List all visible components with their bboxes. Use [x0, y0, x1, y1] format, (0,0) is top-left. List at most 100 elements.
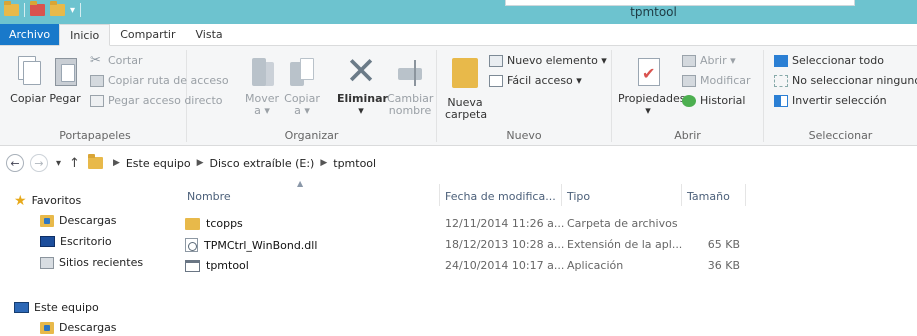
- table-row[interactable]: tcopps 12/11/2014 11:26 a... Carpeta de …: [175, 214, 917, 233]
- chevron-right-icon: ▶: [320, 158, 328, 168]
- star-icon: ★: [14, 192, 27, 209]
- properties-dropdown: ▾: [645, 104, 651, 117]
- nav-este-equipo[interactable]: Este equipo: [14, 301, 99, 314]
- folder-icon: [185, 217, 200, 230]
- file-date: 24/10/2014 10:17 a...: [445, 259, 565, 272]
- rename-label-2: nombre: [388, 104, 432, 117]
- nav-escritorio[interactable]: Escritorio: [40, 235, 112, 248]
- tab-inicio[interactable]: Inicio: [59, 24, 111, 46]
- properties-button[interactable]: ✔ Propiedades ▾: [618, 54, 685, 117]
- nav-descargas-equipo[interactable]: Descargas: [40, 321, 117, 334]
- group-label: Seleccionar: [808, 129, 873, 142]
- file-name-cell: tcopps: [185, 217, 243, 230]
- select-all-button[interactable]: Seleccionar todo: [774, 54, 884, 67]
- title-bar: ▾ tpmtool: [0, 0, 917, 24]
- copy-to-button[interactable]: Copiar a ▾: [283, 54, 321, 117]
- copy-label: Copiar: [10, 92, 46, 105]
- paste-label: Pegar: [49, 92, 81, 105]
- column-divider[interactable]: [745, 184, 746, 206]
- history-icon: [682, 94, 696, 107]
- file-name: TPMCtrl_WinBond.dll: [204, 238, 318, 252]
- history-button[interactable]: Historial: [682, 94, 745, 107]
- nav-label: Este equipo: [34, 301, 99, 314]
- recent-places-icon: [40, 256, 54, 269]
- breadcrumb-disco-extraible[interactable]: Disco extraíble (E:): [210, 157, 315, 170]
- chevron-right-icon: ▶: [196, 158, 204, 168]
- tab-compartir[interactable]: Compartir: [110, 24, 185, 45]
- table-row[interactable]: tpmtool 24/10/2014 10:17 a... Aplicación…: [175, 256, 917, 275]
- select-all-label: Seleccionar todo: [792, 54, 884, 67]
- nav-favoritos[interactable]: ★ Favoritos: [14, 192, 82, 209]
- nav-label: Favoritos: [31, 194, 82, 207]
- column-header-date[interactable]: Fecha de modifica...: [445, 190, 556, 203]
- select-all-icon: [774, 54, 788, 67]
- column-divider[interactable]: [681, 184, 682, 206]
- recent-locations-button[interactable]: ▾: [56, 158, 61, 169]
- copy-button[interactable]: Copiar: [8, 54, 48, 105]
- column-header-type[interactable]: Tipo: [567, 190, 590, 203]
- column-divider[interactable]: [439, 184, 440, 206]
- tab-archivo[interactable]: Archivo: [0, 24, 60, 45]
- delete-button[interactable]: ✕ Eliminar ▾: [337, 49, 388, 117]
- group-seleccionar: Seleccionar todo No seleccionar ninguno …: [764, 50, 917, 142]
- group-portapapeles: Copiar Pegar ✂ Cortar Copiar ruta de acc…: [4, 50, 229, 142]
- file-list: ▲ Nombre Fecha de modifica... Tipo Tamañ…: [175, 176, 917, 336]
- invert-selection-button[interactable]: Invertir selección: [774, 94, 887, 107]
- breadcrumb-este-equipo[interactable]: Este equipo: [126, 157, 191, 170]
- chevron-right-icon: ▶: [112, 158, 120, 168]
- forward-button[interactable]: →: [30, 154, 48, 172]
- file-date: 12/11/2014 11:26 a...: [445, 217, 565, 230]
- paste-icon: [49, 54, 81, 90]
- easy-access-button[interactable]: Fácil acceso ▾: [489, 74, 582, 87]
- tab-vista[interactable]: Vista: [186, 24, 233, 45]
- group-abrir: ✔ Propiedades ▾ Abrir ▾ Modificar Histor…: [612, 50, 764, 142]
- edit-label: Modificar: [700, 74, 751, 87]
- open-button[interactable]: Abrir ▾: [682, 54, 736, 67]
- folder-icon: [87, 154, 103, 169]
- file-name-cell: tpmtool: [185, 259, 249, 272]
- file-type: Extensión de la apl...: [567, 238, 683, 251]
- edit-button[interactable]: Modificar: [682, 74, 751, 87]
- folder-icon: [449, 58, 481, 94]
- delete-icon: ✕: [345, 49, 377, 93]
- nav-descargas[interactable]: Descargas: [40, 214, 117, 227]
- cut-label: Cortar: [108, 54, 143, 67]
- copy-icon: [12, 54, 44, 90]
- new-item-icon: [489, 54, 503, 67]
- address-bar: ← → ▾ ↑ ▶ Este equipo ▶ Disco extraíble …: [0, 150, 917, 176]
- ribbon-tabs: Archivo Inicio Compartir Vista: [0, 24, 917, 46]
- nav-label: Sitios recientes: [59, 256, 144, 269]
- copy-to-dropdown: a ▾: [294, 104, 310, 117]
- group-label: Organizar: [284, 129, 339, 142]
- file-size: 65 KB: [707, 238, 740, 251]
- table-row[interactable]: TPMCtrl_WinBond.dll 18/12/2013 10:28 a..…: [175, 235, 917, 254]
- file-size: 36 KB: [707, 259, 740, 272]
- window-title: tpmtool: [630, 5, 677, 19]
- new-item-button[interactable]: Nuevo elemento ▾: [489, 54, 607, 67]
- invert-selection-icon: [774, 94, 788, 107]
- navigation-pane: ★ Favoritos Descargas Escritorio Sitios …: [0, 184, 175, 336]
- nav-sitios-recientes[interactable]: Sitios recientes: [40, 256, 143, 269]
- cut-button[interactable]: ✂ Cortar: [90, 52, 143, 68]
- select-none-icon: [774, 74, 788, 87]
- move-to-button[interactable]: Mover a ▾: [243, 54, 281, 117]
- column-header-name[interactable]: Nombre: [187, 190, 231, 203]
- dll-file-icon: [185, 238, 198, 252]
- select-none-button[interactable]: No seleccionar ninguno: [774, 74, 917, 87]
- column-divider[interactable]: [561, 184, 562, 206]
- desktop-icon: [40, 236, 55, 247]
- easy-access-icon: [489, 74, 503, 87]
- file-name: tcopps: [206, 217, 243, 230]
- breadcrumb-tpmtool[interactable]: tpmtool: [333, 157, 376, 170]
- downloads-icon: [40, 321, 54, 334]
- new-folder-button[interactable]: Nueva carpeta: [445, 54, 487, 121]
- rename-button[interactable]: Cambiar nombre: [387, 54, 433, 117]
- column-header-size[interactable]: Tamaño: [687, 190, 730, 203]
- up-button[interactable]: ↑: [69, 156, 80, 171]
- copy-path-icon: [90, 74, 104, 87]
- open-icon: [682, 54, 696, 67]
- paste-button[interactable]: Pegar: [48, 54, 82, 105]
- scissors-icon: ✂: [90, 52, 101, 68]
- properties-icon: ✔: [632, 54, 664, 90]
- back-button[interactable]: ←: [6, 154, 24, 172]
